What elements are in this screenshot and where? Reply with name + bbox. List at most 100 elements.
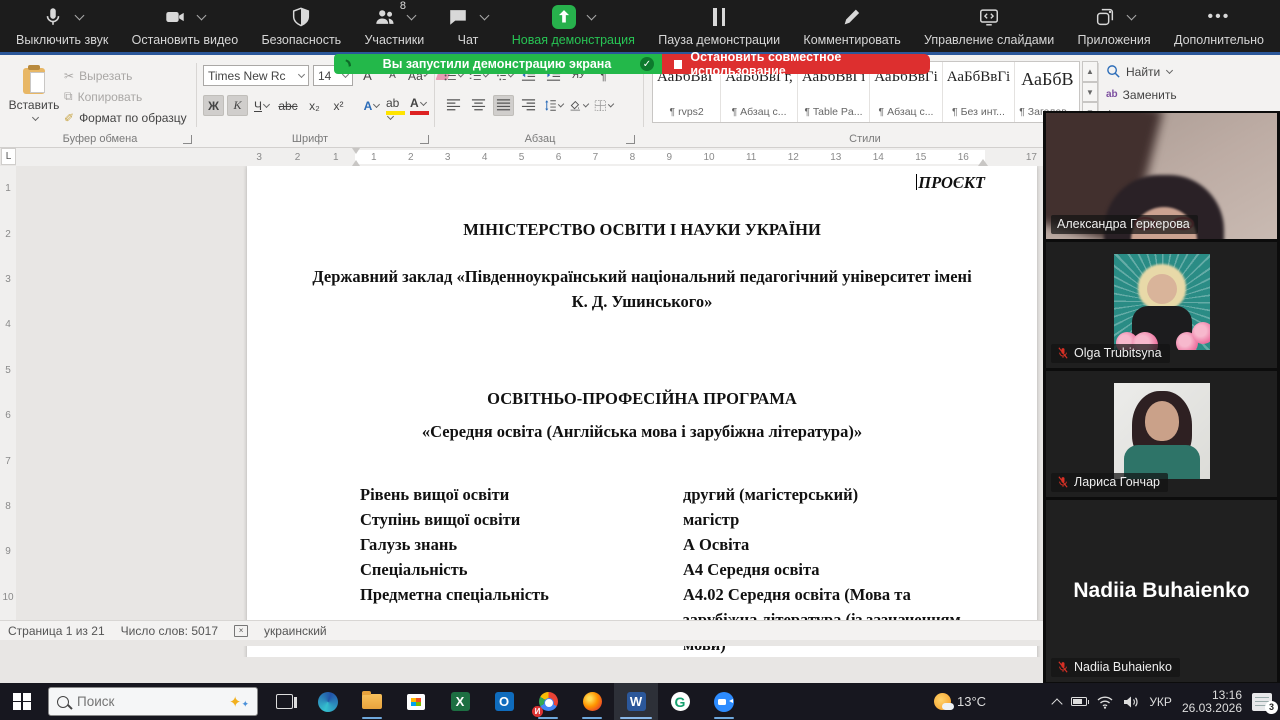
chevron-down-icon [298, 71, 305, 78]
font-color-button[interactable]: А [409, 95, 430, 116]
participant-video-tile[interactable]: Nadiia Buhaienko Nadiia Buhaienko [1045, 499, 1278, 683]
gallery-scroll-up-button[interactable]: ▲ [1082, 61, 1098, 82]
participants-button[interactable]: 8 Участники [362, 0, 426, 52]
format-painter-button[interactable]: ✐ Формат по образцу [64, 107, 187, 128]
folder-icon [362, 694, 382, 709]
new-share-button[interactable]: Новая демонстрация [510, 0, 637, 52]
apps-button[interactable]: Приложения [1076, 0, 1153, 52]
field-label: Ступінь вищої освіти [360, 507, 683, 532]
superscript-button[interactable]: x² [328, 95, 349, 116]
notification-center-button[interactable]: 3 [1252, 693, 1272, 711]
document-page[interactable]: ПРОЄКТ МІНІСТЕРСТВО ОСВІТИ І НАУКИ УКРАЇ… [247, 166, 1037, 657]
language-indicator[interactable]: УКР [1149, 695, 1172, 709]
italic-icon: К [234, 98, 242, 113]
font-dialog-launcher[interactable] [420, 135, 429, 144]
line-spacing-button[interactable] [543, 95, 564, 116]
italic-button[interactable]: К [227, 95, 248, 116]
chevron-down-icon [420, 99, 427, 106]
stop-share-button[interactable]: Остановить совместное использование [662, 54, 930, 74]
indent-marker[interactable] [352, 148, 361, 166]
style-preview: АаБбВвГі [947, 69, 1010, 86]
grammarly-button[interactable]: G [658, 683, 702, 720]
align-justify-button[interactable] [493, 95, 514, 116]
paragraph-dialog-launcher[interactable] [626, 135, 635, 144]
strikethrough-button[interactable]: abc [275, 95, 301, 116]
tab-selector[interactable]: L [1, 148, 16, 165]
bold-button[interactable]: Ж [203, 95, 224, 116]
chevron-down-icon[interactable] [406, 10, 416, 20]
file-explorer-button[interactable] [350, 683, 394, 720]
start-button[interactable] [0, 683, 44, 720]
chevron-down-icon[interactable] [586, 10, 596, 20]
taskbar-search[interactable]: ✦✦ [48, 687, 258, 716]
volume-icon[interactable] [1123, 695, 1139, 709]
word-count[interactable]: Число слов: 5017 [121, 624, 218, 638]
participant-video-tile[interactable]: Olga Trubitsyna [1045, 241, 1278, 369]
borders-button[interactable] [593, 95, 614, 116]
pause-share-button[interactable]: Пауза демонстрации [656, 0, 782, 52]
right-indent-marker[interactable] [978, 154, 988, 166]
microphone-icon [42, 6, 64, 28]
gallery-scroll-down-button[interactable]: ▼ [1082, 82, 1098, 103]
doc-program-title: ОСВІТНЬО-ПРОФЕСІЙНА ПРОГРАМА [247, 386, 1037, 411]
chevron-down-icon[interactable] [1126, 10, 1136, 20]
align-right-button[interactable] [518, 95, 539, 116]
firefox-button[interactable] [570, 683, 614, 720]
security-label: Безопасность [261, 33, 341, 47]
replace-button[interactable]: ab Заменить [1106, 84, 1236, 105]
search-input[interactable] [77, 694, 187, 709]
taskbar-weather[interactable]: 13°C [926, 693, 994, 710]
vertical-ruler[interactable]: 1 2 3 4 5 6 7 8 9 10 [0, 166, 16, 620]
language-status[interactable]: украинский [264, 624, 327, 638]
outlook-button[interactable]: O [482, 683, 526, 720]
apps-label: Приложения [1078, 33, 1151, 47]
chevron-down-icon[interactable] [74, 10, 84, 20]
taskbar-clock[interactable]: 13:16 26.03.2026 [1182, 689, 1242, 715]
align-center-button[interactable] [468, 95, 489, 116]
store-button[interactable] [394, 683, 438, 720]
battery-icon[interactable] [1071, 695, 1087, 709]
zoom-app-button[interactable] [702, 683, 746, 720]
find-button[interactable]: Найти [1106, 61, 1236, 82]
excel-button[interactable]: X [438, 683, 482, 720]
cut-button[interactable]: ✂ Вырезать [64, 65, 187, 86]
participant-video-tile[interactable]: Александра Геркерова [1045, 112, 1278, 240]
copy-button[interactable]: ⧉ Копировать [64, 86, 187, 107]
text-effects-button[interactable]: А [361, 95, 382, 116]
chevron-down-icon[interactable] [197, 10, 207, 20]
underline-button[interactable]: Ч [251, 95, 272, 116]
align-left-button[interactable] [443, 95, 464, 116]
participant-video-tile[interactable]: Лариса Гончар [1045, 370, 1278, 498]
paste-button[interactable]: Вставить [12, 63, 56, 127]
font-family-select[interactable]: Times New Rc [203, 65, 309, 86]
highlight-button[interactable]: ab [385, 95, 406, 116]
notification-count-badge: 3 [1265, 701, 1278, 714]
annotate-button[interactable]: Комментировать [801, 0, 902, 52]
chat-button[interactable]: Чат [445, 0, 490, 52]
more-button[interactable]: ••• Дополнительно [1172, 0, 1266, 52]
broadcast-icon [342, 57, 354, 71]
proofing-icon[interactable]: × [234, 625, 248, 637]
mute-button[interactable]: Выключить звук [14, 0, 110, 52]
ruler-text-area: 12345678910111213141516 [355, 150, 985, 164]
page-count[interactable]: Страница 1 из 21 [8, 624, 105, 638]
wifi-icon[interactable] [1097, 695, 1113, 709]
chevron-down-icon[interactable] [480, 10, 490, 20]
slide-control-button[interactable]: Управление слайдами [922, 0, 1056, 52]
new-share-label: Новая демонстрация [512, 33, 635, 47]
word-button[interactable]: W [614, 683, 658, 720]
clipboard-dialog-launcher[interactable] [183, 135, 192, 144]
chrome-button[interactable]: И [526, 683, 570, 720]
task-view-button[interactable] [262, 683, 306, 720]
participant-name-label: Александра Геркерова [1051, 215, 1198, 234]
doc-ministry-title: МІНІСТЕРСТВО ОСВІТИ І НАУКИ УКРАЇНИ [247, 217, 1037, 242]
stop-video-button[interactable]: Остановить видео [130, 0, 241, 52]
paste-label: Вставить [9, 98, 60, 112]
stop-video-label: Остановить видео [132, 33, 239, 47]
style-item[interactable]: АаБбВвГі ¶ Без инт... [943, 62, 1015, 122]
shading-button[interactable] [568, 95, 589, 116]
subscript-button[interactable]: x₂ [304, 95, 325, 116]
edge-button[interactable] [306, 683, 350, 720]
tray-expand-icon[interactable] [1052, 698, 1063, 709]
security-button[interactable]: Безопасность [259, 0, 343, 52]
